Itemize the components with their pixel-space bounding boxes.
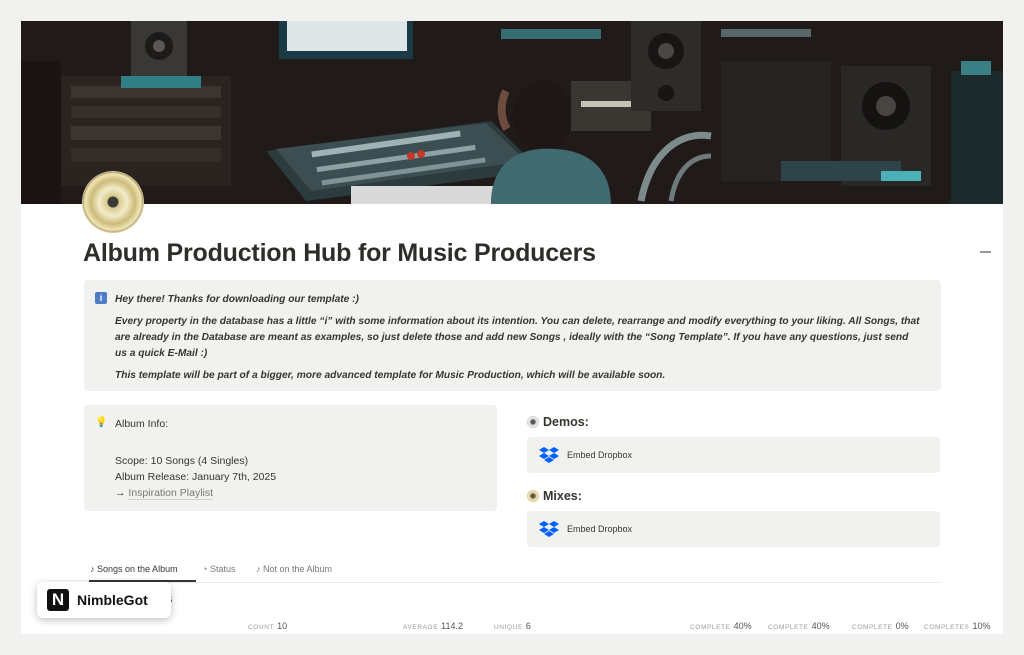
mixes-title: Mixes: [543, 489, 582, 503]
tab-not-on-album[interactable]: ♪ Not on the Album [256, 564, 332, 574]
callout-note: This template will be part of a bigger, … [115, 370, 666, 381]
calc-label: AVERAGE [403, 624, 439, 631]
notion-page: Album Production Hub for Music Producers… [21, 21, 1003, 634]
calc-value: 40% [733, 621, 752, 631]
info-icon: i [95, 292, 107, 304]
calc-label: COMPLETES [924, 624, 970, 631]
calc-label: COMPLETE [852, 624, 893, 631]
complete-calc[interactable]: COMPLETE 0% [852, 621, 909, 631]
demos-title: Demos: [543, 415, 589, 429]
complete-calc[interactable]: COMPLETE 40% [768, 621, 830, 631]
cd-disc-icon[interactable] [83, 172, 143, 232]
calc-value: 40% [811, 621, 830, 631]
calc-label: UNIQUE [494, 624, 523, 631]
lightbulb-icon: 💡 [95, 417, 108, 428]
calc-label: COUNT [248, 624, 275, 631]
tab-label: Status [209, 564, 236, 574]
average-calc[interactable]: AVERAGE 114.2 [403, 621, 463, 631]
inspiration-row: → Inspiration Playlist [115, 487, 214, 500]
callout-instructions: Every property in the database has a lit… [115, 316, 920, 359]
embed-dropbox-label: Embed Dropbox [567, 450, 633, 460]
album-info-heading: Album Info: [115, 418, 169, 430]
callout-greeting: Hey there! Thanks for downloading our te… [115, 294, 359, 305]
dropbox-icon [539, 521, 559, 537]
gold-disc-icon [527, 490, 539, 502]
nimblegot-watermark: N NimbleGot [37, 582, 171, 618]
calculation-footer: COUNT 10 AVERAGE 114.2 UNIQUE 6 COMPLETE 40%… [21, 619, 1003, 634]
embed-dropbox-label: Embed Dropbox [567, 524, 633, 534]
tab-songs-on-album[interactable]: ♪ Songs on the Album [90, 564, 178, 574]
complete-calc[interactable]: COMPLETES 10% [924, 621, 991, 631]
music-note-icon: ♪ [90, 564, 95, 574]
mixes-heading: Mixes: [527, 489, 582, 503]
database-view-tabs: ♪ Songs on the Album ◔ Status ♪ Not on t… [84, 559, 941, 583]
dropbox-icon [539, 447, 559, 463]
tabs-divider [84, 582, 941, 583]
album-release: Album Release: January 7th, 2025 [115, 471, 277, 483]
calc-label: COMPLETE [768, 624, 809, 631]
nimblegot-logo-icon: N [47, 589, 69, 611]
page-title[interactable]: Album Production Hub for Music Producers [83, 239, 596, 268]
complete-calc[interactable]: COMPLETE 40% [690, 621, 752, 631]
calc-value: 114.2 [441, 621, 464, 631]
album-scope: Scope: 10 Songs (4 Singles) [115, 455, 249, 467]
inspiration-playlist-link[interactable]: Inspiration Playlist [128, 487, 214, 500]
music-note-icon: ♪ [256, 564, 261, 574]
tab-label: Songs on the Album [97, 564, 178, 574]
count-calc[interactable]: COUNT 10 [248, 621, 287, 631]
minimize-icon[interactable] [980, 251, 991, 253]
demos-dropbox-embed[interactable]: Embed Dropbox [527, 437, 940, 473]
intro-callout: i Hey there! Thanks for downloading our … [84, 280, 941, 391]
arrow-icon: → [115, 487, 126, 499]
disc-icon [527, 416, 539, 428]
cover-image[interactable] [21, 21, 1003, 204]
calc-value: 0% [895, 621, 909, 631]
status-icon: ◔ [202, 564, 208, 574]
album-info-callout: 💡 Album Info: Scope: 10 Songs (4 Singles… [84, 405, 497, 511]
demos-heading: Demos: [527, 415, 589, 429]
calc-value: 10 [277, 621, 288, 631]
calc-label: COMPLETE [690, 624, 731, 631]
tab-status[interactable]: ◔ Status [202, 564, 235, 574]
watermark-text: NimbleGot [77, 592, 148, 608]
unique-calc[interactable]: UNIQUE 6 [494, 621, 531, 631]
tab-label: Not on the Album [263, 564, 333, 574]
mixes-dropbox-embed[interactable]: Embed Dropbox [527, 511, 940, 547]
studio-photo [21, 21, 1003, 204]
calc-value: 6 [525, 621, 531, 631]
calc-value: 10% [972, 621, 991, 631]
